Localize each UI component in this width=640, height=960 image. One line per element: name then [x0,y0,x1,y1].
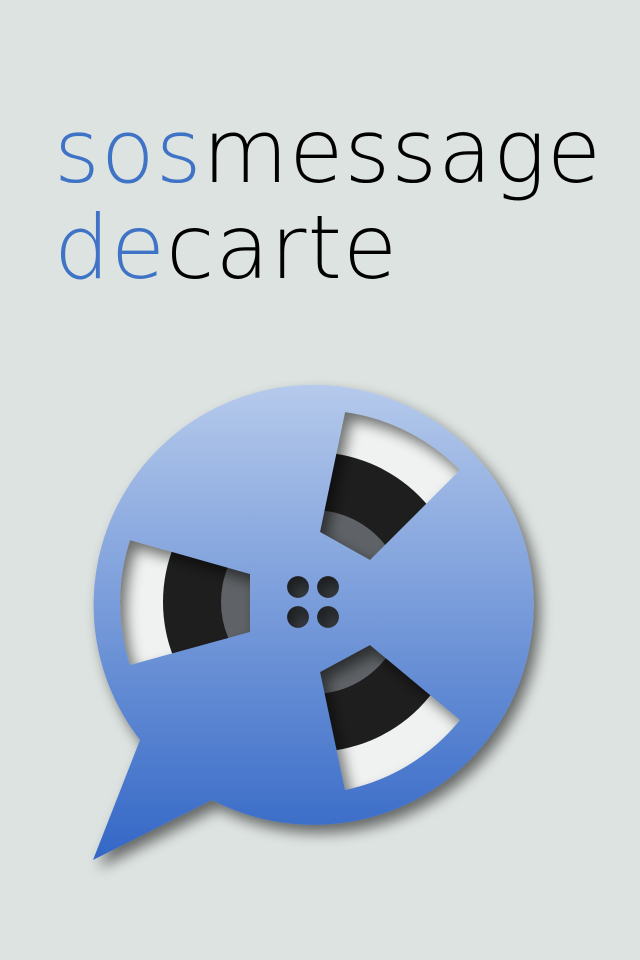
title-line-1: sosmessage [54,104,602,200]
speech-bubble [93,384,534,860]
title-accent-sos: sos [54,100,203,203]
title-line-2: decarte [54,200,602,296]
title-word-carte: carte [166,196,399,299]
splash-screen: sosmessage decarte [0,0,640,960]
title-word-message: message [202,100,602,203]
speech-bubble-reel-icon [93,384,534,860]
app-title: sosmessage decarte [54,104,602,296]
title-accent-de: de [54,196,166,299]
